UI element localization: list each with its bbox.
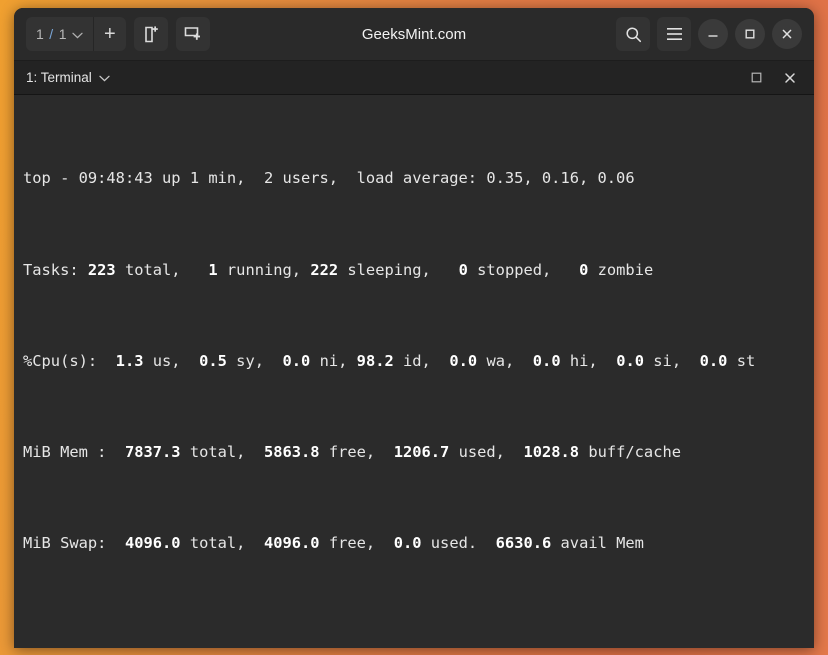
new-session-button[interactable]: +	[92, 17, 126, 51]
top-cpu-line: %Cpu(s): 1.3 us, 0.5 sy, 0.0 ni, 98.2 id…	[14, 350, 814, 373]
swap-total: 4096.0	[124, 534, 181, 553]
tasks-sleeping: 222	[310, 260, 339, 279]
swap-total-label: total,	[180, 534, 264, 553]
swap-free-label: free,	[319, 534, 394, 553]
cpu-hi: 0.0	[532, 351, 561, 370]
session-separator: /	[49, 26, 54, 42]
titlebar-left-controls: 1/1 +	[26, 17, 210, 51]
maximize-icon[interactable]	[751, 72, 762, 83]
cpu-st: 0.0	[699, 351, 728, 370]
swap-avail-label: avail Mem	[551, 534, 644, 553]
close-icon[interactable]	[784, 72, 796, 84]
mem-total: 7837.3	[124, 442, 181, 461]
terminal-window: 1/1 + GeeksMint.com 1: Terminal top - 09…	[14, 8, 814, 648]
mem-used: 1206.7	[393, 442, 450, 461]
cpu-hi-label: hi,	[560, 351, 617, 370]
cpu-st-label: st	[727, 351, 756, 370]
tab-terminal[interactable]: 1: Terminal	[26, 70, 110, 85]
session-controls-group: 1/1 +	[26, 17, 126, 51]
cpu-id: 98.2	[356, 351, 394, 370]
cpu-wa-label: wa,	[477, 351, 533, 370]
chevron-down-icon	[72, 26, 83, 42]
maximize-icon[interactable]	[735, 19, 765, 49]
cpu-us-label: us,	[143, 351, 200, 370]
tasks-stopped: 0	[458, 260, 468, 279]
cpu-us: 1.3	[115, 351, 144, 370]
top-tasks-line: Tasks: 223 total, 1 running, 222 sleepin…	[14, 259, 814, 282]
session-counter-dropdown[interactable]: 1/1	[26, 17, 93, 51]
new-terminal-icon[interactable]	[133, 17, 168, 51]
cpu-si-label: si,	[644, 351, 700, 370]
tab-bar: 1: Terminal	[14, 61, 814, 95]
session-total: 1	[58, 26, 67, 42]
tasks-sep5: zombie	[588, 260, 654, 279]
mem-free: 5863.8	[263, 442, 320, 461]
tasks-total: 223	[87, 260, 116, 279]
cpu-sy-label: sy,	[226, 351, 283, 370]
mem-free-label: free,	[319, 442, 394, 461]
tasks-sep3: sleeping,	[338, 260, 459, 279]
minimize-icon[interactable]	[698, 19, 728, 49]
top-uptime-line: top - 09:48:43 up 1 min, 2 users, load a…	[14, 167, 814, 190]
search-icon[interactable]	[616, 17, 650, 51]
tab-bar-controls	[751, 72, 802, 84]
cpu-id-label: id,	[393, 351, 450, 370]
swap-used: 0.0	[393, 534, 422, 553]
tasks-sep2: running,	[217, 260, 311, 279]
top-prefix: top -	[23, 169, 79, 188]
chevron-down-icon[interactable]	[99, 70, 110, 85]
swap-used-label: used.	[421, 534, 496, 553]
mem-label: MiB Mem :	[23, 442, 125, 461]
terminal-output[interactable]: top - 09:48:43 up 1 min, 2 users, load a…	[14, 95, 814, 648]
cpu-ni: 0.0	[282, 351, 311, 370]
titlebar-right-controls	[616, 17, 802, 51]
tasks-zombie: 0	[579, 260, 589, 279]
tasks-sep4: stopped,	[467, 260, 580, 279]
cpu-wa: 0.0	[449, 351, 478, 370]
top-current-time: 09:48:43	[78, 169, 153, 188]
split-pane-icon[interactable]	[175, 17, 210, 51]
mem-used-label: used,	[449, 442, 524, 461]
mem-buffcache: 1028.8	[523, 442, 580, 461]
cpu-ni-label: ni,	[310, 351, 357, 370]
mem-buffcache-label: buff/cache	[579, 442, 681, 461]
tasks-label: Tasks:	[23, 260, 88, 279]
top-uptime-text: up 1 min, 2 users, load average: 0.35, 0…	[152, 169, 635, 188]
hamburger-menu-icon[interactable]	[657, 17, 691, 51]
session-current: 1	[36, 26, 45, 42]
cpu-sy: 0.5	[199, 351, 227, 370]
tasks-sep1: total,	[115, 260, 209, 279]
tasks-running: 1	[208, 260, 218, 279]
swap-free: 4096.0	[263, 534, 320, 553]
swap-avail: 6630.6	[495, 534, 552, 553]
top-swap-line: MiB Swap: 4096.0 total, 4096.0 free, 0.0…	[14, 532, 814, 555]
cpu-si: 0.0	[616, 351, 645, 370]
window-titlebar: 1/1 + GeeksMint.com	[14, 8, 814, 61]
close-icon[interactable]	[772, 19, 802, 49]
tab-terminal-label: 1: Terminal	[26, 70, 92, 85]
swap-label: MiB Swap:	[23, 534, 125, 553]
cpu-label: %Cpu(s):	[23, 351, 116, 370]
top-mem-line: MiB Mem : 7837.3 total, 5863.8 free, 120…	[14, 441, 814, 464]
mem-total-label: total,	[180, 442, 264, 461]
